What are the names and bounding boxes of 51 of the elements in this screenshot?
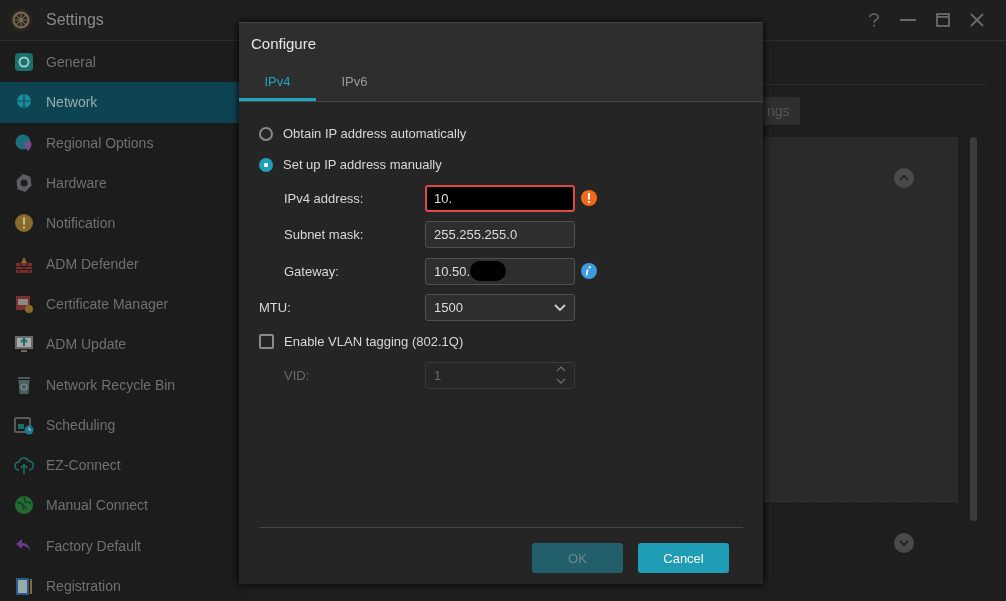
field-label: MTU: bbox=[259, 300, 292, 316]
checkbox-label: Enable VLAN tagging (802.1Q) bbox=[284, 334, 464, 349]
radio-button[interactable] bbox=[259, 157, 273, 172]
checkbox[interactable] bbox=[259, 334, 274, 349]
radio-label: Obtain IP address automatically bbox=[283, 126, 467, 141]
app-icon bbox=[14, 52, 34, 73]
tab[interactable]: IPv6 bbox=[316, 62, 393, 101]
radio-label: Set up IP address manually bbox=[283, 157, 442, 172]
window-title: Settings bbox=[46, 11, 104, 29]
input-field[interactable]: 10.50. bbox=[425, 257, 575, 285]
radio-button[interactable] bbox=[259, 126, 273, 141]
scrollbar[interactable] bbox=[970, 137, 977, 521]
sidebar-item[interactable]: Scheduling bbox=[0, 404, 250, 445]
tab[interactable]: IPv4 bbox=[239, 62, 316, 101]
close-icon[interactable] bbox=[970, 13, 984, 27]
calendar-clock-icon bbox=[14, 414, 34, 435]
sidebar-item[interactable]: Manual Connect bbox=[0, 485, 250, 526]
help-icon[interactable] bbox=[868, 12, 880, 28]
sidebar-item[interactable]: Hardware bbox=[0, 162, 250, 204]
sidebar-item[interactable]: Certificate Manager bbox=[0, 283, 250, 325]
cloud-upload-icon bbox=[14, 455, 34, 476]
chevron-up-icon[interactable] bbox=[894, 168, 914, 188]
field-label: VID: bbox=[283, 367, 311, 383]
nut-icon bbox=[14, 173, 34, 194]
certificate-icon bbox=[14, 293, 34, 314]
input-field[interactable]: 10. bbox=[425, 184, 575, 212]
input-field[interactable]: 255.255.255.0 bbox=[425, 221, 575, 249]
sidebar-item[interactable]: Regional Options bbox=[0, 122, 250, 163]
maximize-icon[interactable] bbox=[936, 13, 950, 27]
field-label: IPv4 address: bbox=[283, 190, 365, 206]
field-label: Gateway: bbox=[283, 263, 340, 279]
sidebar-item[interactable]: Notification bbox=[0, 203, 250, 244]
globe-icon bbox=[14, 495, 34, 516]
sidebar-item[interactable]: EZ-Connect bbox=[0, 444, 250, 486]
notebook-icon bbox=[14, 576, 34, 596]
sidebar-item[interactable]: Registration bbox=[0, 565, 250, 601]
chevron-down-icon bbox=[554, 303, 566, 312]
wheel-icon bbox=[9, 8, 33, 32]
chevron-down-icon[interactable] bbox=[894, 533, 914, 553]
sidebar-item[interactable]: ADM Defender bbox=[0, 243, 250, 284]
globe-pin-icon bbox=[14, 132, 34, 153]
sidebar-item[interactable]: Network Recycle Bin bbox=[0, 364, 250, 405]
cancel-button[interactable]: Cancel bbox=[638, 543, 729, 573]
field-label: Subnet mask: bbox=[283, 227, 365, 243]
sidebar-item[interactable]: ADM Update bbox=[0, 324, 250, 365]
sidebar-item[interactable]: Factory Default bbox=[0, 525, 250, 566]
dialog-title: Configure bbox=[250, 34, 318, 54]
dropdown[interactable]: 1500 bbox=[425, 294, 575, 322]
alert-icon bbox=[14, 213, 34, 234]
spinner-arrows-icon[interactable] bbox=[556, 365, 566, 386]
monitor-upload-icon bbox=[14, 334, 34, 355]
